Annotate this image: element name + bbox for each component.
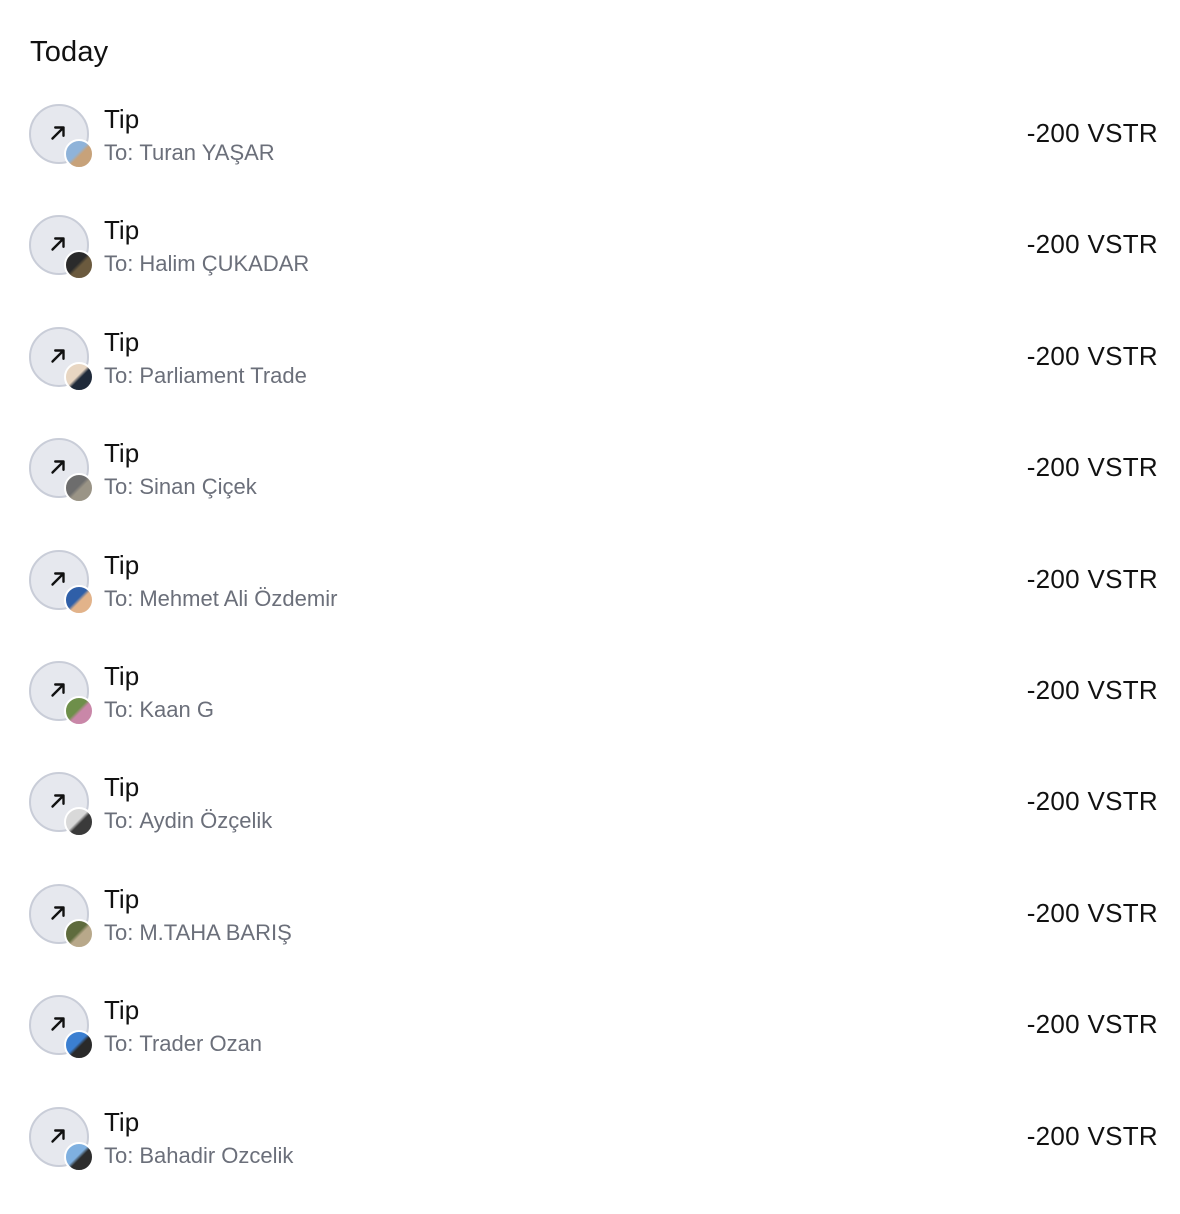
- transaction-type: Tip: [104, 1106, 140, 1137]
- transaction-row[interactable]: Tip To: Mehmet Ali Özdemir -200 VSTR: [0, 546, 1180, 657]
- recipient-name: Aydin Özçelik: [139, 808, 273, 834]
- section-title-today: Today: [30, 36, 109, 68]
- transaction-amount: -200 VSTR: [1026, 1009, 1158, 1040]
- to-label: To:: [104, 1142, 134, 1168]
- recipient-name: Sinan Çiçek: [139, 474, 257, 500]
- transaction-amount: -200 VSTR: [1026, 786, 1158, 817]
- transaction-icon-group: [29, 215, 94, 281]
- transaction-row[interactable]: Tip To: Halim ÇUKADAR -200 VSTR: [0, 211, 1180, 322]
- to-label: To:: [104, 140, 134, 165]
- to-label: To:: [104, 585, 134, 611]
- transaction-list: Tip To: Turan YAŞAR -200 VSTR Tip To: Hali…: [0, 100, 1180, 1214]
- to-label: To:: [104, 919, 134, 945]
- to-label: To:: [104, 1031, 134, 1057]
- transaction-type: Tip: [104, 772, 140, 803]
- transaction-amount: -200 VSTR: [1026, 118, 1158, 148]
- transaction-icon-group: [29, 772, 94, 838]
- transaction-row[interactable]: Tip To: Aydin Özçelik -200 VSTR: [0, 768, 1180, 879]
- transaction-recipient: To: Halim ÇUKADAR: [104, 251, 309, 277]
- recipient-avatar: [64, 1030, 94, 1061]
- recipient-name: Kaan G: [139, 696, 214, 722]
- transaction-row[interactable]: Tip To: Bahadir Ozcelik -200 VSTR: [0, 1103, 1180, 1214]
- arrow-up-right-icon: [51, 349, 65, 363]
- transaction-recipient: To: Sinan Çiçek: [104, 474, 257, 500]
- arrow-up-right-icon: [51, 683, 65, 697]
- transaction-type: Tip: [104, 438, 140, 469]
- transaction-amount: -200 VSTR: [1026, 563, 1158, 594]
- recipient-avatar: [64, 361, 94, 392]
- transaction-row[interactable]: Tip To: Parliament Trade -200 VSTR: [0, 323, 1180, 434]
- transaction-type: Tip: [104, 995, 140, 1026]
- transaction-amount: -200 VSTR: [1026, 229, 1158, 260]
- transaction-recipient: To: Kaan G: [104, 697, 214, 723]
- recipient-avatar: [64, 807, 94, 838]
- transaction-recipient: To: Parliament Trade: [104, 363, 307, 389]
- transaction-row[interactable]: Tip To: Trader Ozan -200 VSTR: [0, 991, 1180, 1102]
- recipient-name: Mehmet Ali Özdemir: [139, 585, 338, 611]
- transaction-recipient: To: Turan YAŞAR: [104, 140, 275, 166]
- to-label: To:: [104, 808, 134, 834]
- transaction-row[interactable]: Tip To: Sinan Çiçek -200 VSTR: [0, 434, 1180, 545]
- transaction-recipient: To: Aydin Özçelik: [104, 808, 272, 834]
- arrow-up-right-icon: [51, 1128, 65, 1143]
- transaction-row[interactable]: Tip To: Kaan G -200 VSTR: [0, 657, 1180, 768]
- transaction-type: Tip: [104, 326, 140, 357]
- to-label: To:: [104, 696, 134, 722]
- transaction-amount: -200 VSTR: [1026, 897, 1158, 928]
- arrow-up-right-icon: [51, 794, 65, 809]
- recipient-avatar: [64, 250, 94, 281]
- recipient-name: Turan YAŞAR: [139, 140, 275, 165]
- transaction-recipient: To: Bahadir Ozcelik: [104, 1143, 293, 1169]
- recipient-name: M.TAHA BARIŞ: [139, 919, 292, 945]
- transaction-type: Tip: [104, 549, 140, 580]
- arrow-up-right-icon: [51, 906, 65, 920]
- recipient-name: Halim ÇUKADAR: [139, 251, 310, 277]
- to-label: To:: [104, 474, 134, 500]
- transaction-icon-group: [29, 326, 94, 392]
- transaction-amount: -200 VSTR: [1026, 340, 1158, 371]
- transaction-type: Tip: [104, 104, 140, 134]
- recipient-name: Parliament Trade: [139, 362, 307, 388]
- transaction-icon-group: [29, 1106, 94, 1172]
- transaction-icon-group: [29, 883, 94, 949]
- recipient-avatar: [64, 918, 94, 949]
- transaction-icon-group: [29, 438, 94, 504]
- arrow-up-right-icon: [51, 571, 65, 586]
- transaction-type: Tip: [104, 660, 140, 691]
- transaction-icon-group: [29, 104, 94, 169]
- transaction-amount: -200 VSTR: [1026, 674, 1158, 705]
- to-label: To:: [104, 251, 134, 277]
- transaction-amount: -200 VSTR: [1026, 1120, 1158, 1151]
- transaction-icon-group: [29, 660, 94, 726]
- transaction-recipient: To: M.TAHA BARIŞ: [104, 920, 292, 946]
- arrow-up-right-icon: [51, 1017, 65, 1031]
- recipient-avatar: [64, 584, 94, 615]
- transaction-recipient: To: Mehmet Ali Özdemir: [104, 586, 337, 612]
- recipient-avatar: [64, 1141, 94, 1172]
- recipient-name: Trader Ozan: [139, 1031, 263, 1057]
- recipient-avatar: [64, 473, 94, 504]
- arrow-up-right-icon: [51, 126, 65, 140]
- transaction-recipient: To: Trader Ozan: [104, 1031, 262, 1057]
- transaction-type: Tip: [104, 883, 140, 914]
- transaction-icon-group: [29, 995, 94, 1061]
- to-label: To:: [104, 362, 134, 388]
- transaction-row[interactable]: Tip To: M.TAHA BARIŞ -200 VSTR: [0, 880, 1180, 991]
- arrow-up-right-icon: [51, 460, 65, 474]
- transaction-row[interactable]: Tip To: Turan YAŞAR -200 VSTR: [0, 100, 1180, 211]
- recipient-avatar: [64, 695, 94, 726]
- transaction-icon-group: [29, 549, 94, 615]
- recipient-name: Bahadir Ozcelik: [139, 1142, 294, 1168]
- transaction-amount: -200 VSTR: [1026, 452, 1158, 483]
- transaction-type: Tip: [104, 215, 140, 246]
- arrow-up-right-icon: [51, 237, 65, 252]
- recipient-avatar: [64, 139, 94, 169]
